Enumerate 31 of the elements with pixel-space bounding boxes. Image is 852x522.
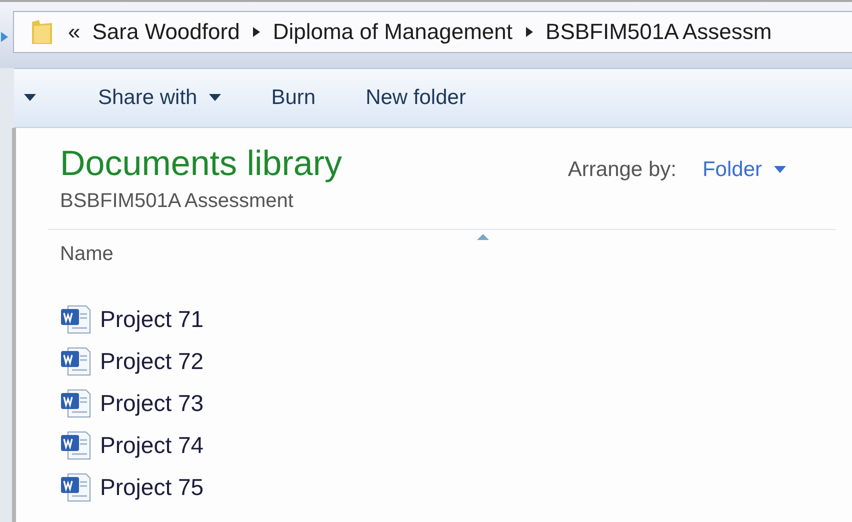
column-header[interactable]: Name	[60, 242, 114, 266]
caret-icon	[209, 94, 222, 102]
word-document-icon	[60, 304, 92, 334]
breadcrumb-item[interactable]: Sara Woodford	[92, 19, 240, 45]
word-document-icon	[60, 346, 92, 376]
file-item[interactable]: Project 75	[60, 466, 836, 508]
file-item[interactable]: Project 73	[60, 382, 836, 424]
address-bar[interactable]: « Sara Woodford Diploma of Management BSBFIM501A Assessm	[13, 11, 852, 53]
arrow-icon	[1, 31, 9, 43]
file-item[interactable]: Project 74	[60, 424, 836, 466]
file-item[interactable]: Project 71	[60, 298, 836, 340]
caret-icon	[774, 166, 786, 174]
library-subtitle: BSBFIM501A Assessment	[60, 190, 294, 213]
breadcrumb-arrow-icon[interactable]	[524, 26, 534, 38]
caret-icon[interactable]	[24, 94, 36, 102]
arrange-label: Arrange by:	[568, 158, 676, 182]
folder-icon	[30, 18, 54, 46]
word-document-icon	[60, 388, 92, 418]
toolbar-button[interactable]: Share with	[98, 82, 222, 114]
word-document-icon	[60, 472, 92, 502]
library-title: Documents library	[60, 144, 342, 184]
breadcrumb-item[interactable]: BSBFIM501A Assessm	[546, 19, 772, 45]
overflow-chevron[interactable]: «	[68, 19, 80, 45]
word-document-icon	[60, 430, 92, 460]
arrange-dropdown[interactable]: Folder	[702, 158, 786, 182]
breadcrumb-item[interactable]: Diploma of Management	[272, 19, 513, 45]
file-item[interactable]: Project 72	[60, 340, 836, 382]
toolbar-button[interactable]: New folder	[366, 82, 466, 114]
sort-arrow-icon	[477, 234, 489, 240]
breadcrumb-arrow-icon[interactable]	[252, 26, 261, 38]
toolbar-button[interactable]: Burn	[271, 82, 316, 114]
